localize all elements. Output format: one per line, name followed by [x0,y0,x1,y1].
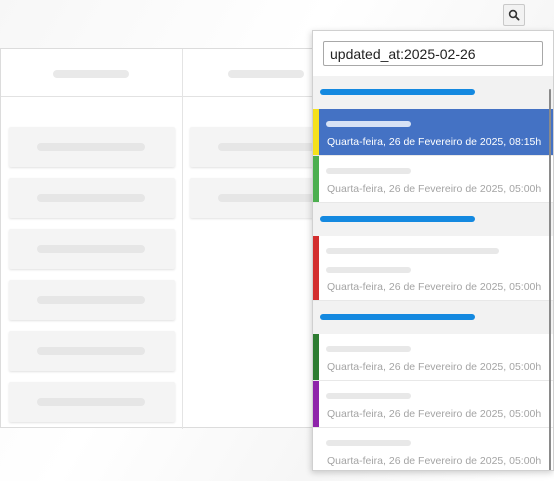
result-title-placeholder [326,440,411,446]
card-placeholder [218,143,326,151]
group-title-placeholder [320,216,475,222]
search-result-item[interactable]: Quarta-feira, 26 de Fevereiro de 2025, 0… [313,334,553,381]
search-result-item[interactable]: Quarta-feira, 26 de Fevereiro de 2025, 0… [313,109,553,156]
card-placeholder [37,296,145,304]
result-date: Quarta-feira, 26 de Fevereiro de 2025, 0… [327,183,542,195]
search-icon [508,9,520,21]
board-card[interactable] [190,178,326,218]
result-title-placeholder [326,168,411,174]
card-placeholder [37,398,145,406]
result-date: Quarta-feira, 26 de Fevereiro de 2025, 0… [327,136,542,148]
column-divider [182,49,183,429]
card-placeholder [37,194,145,202]
card-placeholder [37,143,145,151]
result-title-placeholder [326,121,411,127]
result-group-header [313,76,553,109]
result-title-placeholder [326,346,411,352]
kanban-board [0,48,326,429]
board-card[interactable] [9,127,175,167]
card-placeholder [37,245,145,253]
result-date: Quarta-feira, 26 de Fevereiro de 2025, 0… [327,408,542,420]
board-card[interactable] [190,127,326,167]
board-card[interactable] [9,229,175,269]
result-date: Quarta-feira, 26 de Fevereiro de 2025, 0… [327,361,542,373]
group-title-placeholder [320,89,475,95]
result-subtitle-placeholder [326,267,411,273]
label-color-stripe [313,109,319,155]
search-result-item[interactable]: Quarta-feira, 26 de Fevereiro de 2025, 0… [313,236,553,301]
label-color-stripe [313,381,319,427]
card-placeholder [218,194,326,202]
result-title-placeholder [326,393,411,399]
search-dropdown-panel: Quarta-feira, 26 de Fevereiro de 2025, 0… [312,30,554,471]
search-button[interactable] [503,4,525,26]
result-group-header [313,203,553,236]
column-header-placeholder [53,70,129,78]
board-card[interactable] [9,331,175,371]
column-header-placeholder [228,70,304,78]
search-result-item[interactable]: Quarta-feira, 26 de Fevereiro de 2025, 0… [313,156,553,203]
result-date: Quarta-feira, 26 de Fevereiro de 2025, 0… [327,455,542,467]
label-color-stripe [313,334,319,380]
board-card[interactable] [9,178,175,218]
search-results-list: Quarta-feira, 26 de Fevereiro de 2025, 0… [313,76,553,470]
search-result-item[interactable]: Quarta-feira, 26 de Fevereiro de 2025, 0… [313,381,553,428]
result-group-header [313,301,553,334]
card-placeholder [37,347,145,355]
group-title-placeholder [320,314,475,320]
label-color-stripe [313,236,319,300]
result-title-placeholder [326,248,499,254]
board-card[interactable] [9,382,175,422]
label-color-stripe [313,156,319,202]
result-date: Quarta-feira, 26 de Fevereiro de 2025, 0… [327,281,542,293]
search-result-item[interactable]: Quarta-feira, 26 de Fevereiro de 2025, 0… [313,428,553,470]
search-input[interactable] [323,41,543,66]
scrollbar-thumb[interactable] [549,89,551,470]
board-header [1,49,321,97]
board-card[interactable] [9,280,175,320]
